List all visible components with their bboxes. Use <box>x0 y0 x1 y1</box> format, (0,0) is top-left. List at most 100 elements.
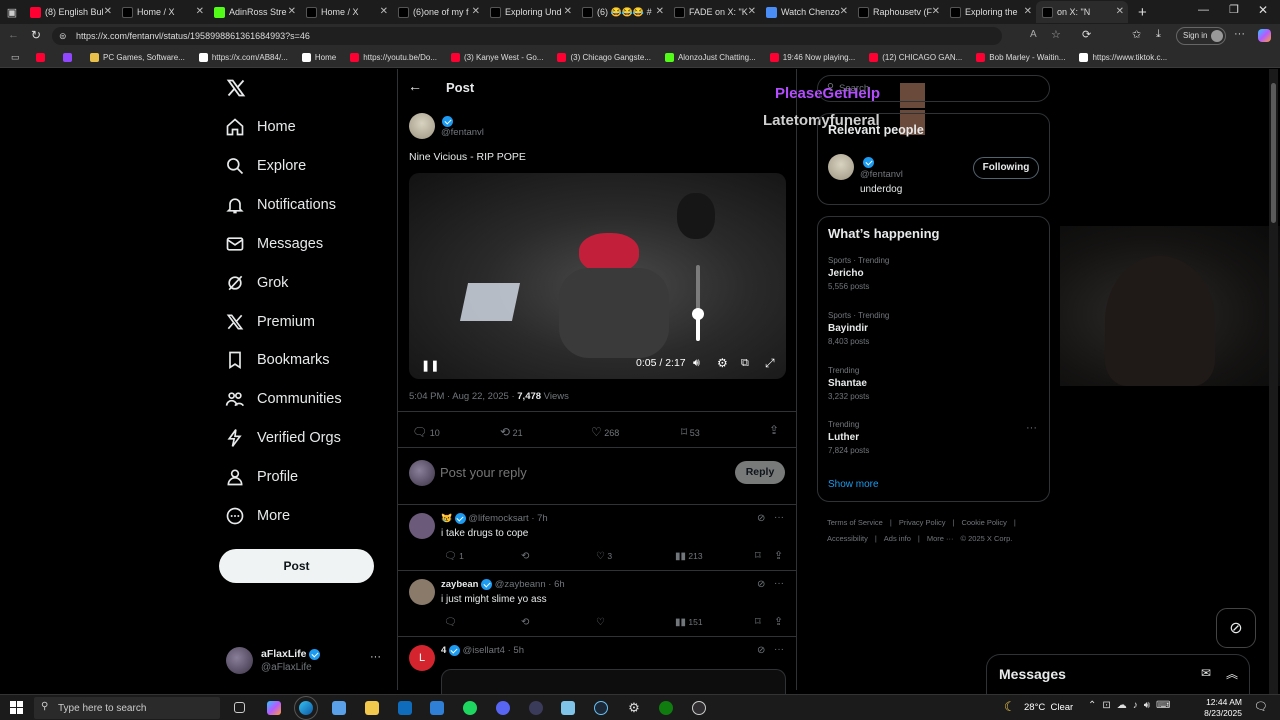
refresh-icon[interactable]: ↻ <box>31 28 41 42</box>
discord-icon[interactable] <box>496 701 510 715</box>
extensions-icon[interactable]: ⟳ <box>1082 28 1091 41</box>
sidebar-item-verified-orgs[interactable]: Verified Orgs <box>225 428 341 448</box>
reply-handle[interactable]: @lifemocksart <box>468 513 528 524</box>
close-tab-icon[interactable]: ✕ <box>196 6 204 17</box>
sidebar-item-more[interactable]: More <box>225 506 290 526</box>
reply-time[interactable]: · 5h <box>508 645 524 656</box>
sidebar-item-home[interactable]: Home <box>225 117 296 137</box>
back-icon[interactable]: ← <box>8 29 19 41</box>
close-window-button[interactable]: ✕ <box>1258 3 1268 17</box>
trend-item[interactable]: Trending Luther 7,824 posts <box>828 420 869 455</box>
browser-tab[interactable]: Watch Chenzo ✕ <box>760 1 852 23</box>
sidebar-item-messages[interactable]: Messages <box>225 234 323 254</box>
footer-link[interactable]: © 2025 X Corp. <box>961 531 1013 547</box>
footer-link[interactable]: Ads info <box>884 531 911 547</box>
photos-icon[interactable] <box>430 701 444 715</box>
more-icon[interactable]: ··· <box>774 512 784 523</box>
restore-button[interactable]: ❐ <box>1229 3 1239 16</box>
reply-avatar[interactable]: L <box>409 645 435 671</box>
reply-time[interactable]: · 6h <box>548 579 564 590</box>
store-icon[interactable] <box>332 701 346 715</box>
more-icon[interactable]: ··· <box>774 644 784 655</box>
url-field[interactable]: ⊜ https://x.com/fentanvl/status/19589988… <box>52 27 1002 45</box>
site-info-icon[interactable]: ⊜ <box>59 27 67 45</box>
grok-floating-button[interactable]: ⊘ <box>1216 608 1256 648</box>
obs-icon[interactable] <box>692 701 706 715</box>
reply-stat[interactable]: 🗨︎ 10 <box>412 425 440 439</box>
task-view-icon[interactable] <box>234 702 245 713</box>
fullscreen-icon[interactable]: ⤢ <box>765 356 775 371</box>
close-tab-icon[interactable]: ✕ <box>932 6 940 17</box>
bookmark-item[interactable]: PC Games, Software... <box>90 53 185 62</box>
browser-tab[interactable]: (6)one of my f ✕ <box>392 1 484 23</box>
bookmarks-menu-icon[interactable]: ▭ <box>11 52 20 63</box>
footer-link[interactable]: Cookie Policy <box>961 515 1006 531</box>
bookmark-item[interactable]: 19:46 Now playing... <box>769 53 855 62</box>
bookmark-stat[interactable]: ⌑ 53 <box>681 425 700 439</box>
browser-tab[interactable]: AdinRoss Stre ✕ <box>208 1 300 23</box>
reply-avatar[interactable] <box>409 579 435 605</box>
bookmark-item[interactable] <box>63 53 76 62</box>
sidebar-item-premium[interactable]: Premium <box>225 312 315 332</box>
expand-icon[interactable]: ︽ <box>1226 665 1238 682</box>
reply-avatar[interactable] <box>409 513 435 539</box>
show-more-link[interactable]: Show more <box>828 479 879 490</box>
scrollbar-thumb[interactable] <box>1271 83 1276 223</box>
tab-actions-icon[interactable]: ▣ <box>0 6 24 19</box>
close-tab-icon[interactable]: ✕ <box>840 6 848 17</box>
close-tab-icon[interactable]: ✕ <box>104 6 112 17</box>
new-message-icon[interactable]: ✉ <box>1201 666 1211 680</box>
bookmark-icon[interactable]: ⌑ <box>755 549 761 562</box>
outlook-icon[interactable] <box>398 701 412 715</box>
trend-item[interactable]: Trending Shantae 3,232 posts <box>828 366 869 401</box>
views-action[interactable]: ▮▮ 151 <box>675 617 703 628</box>
browser-tab[interactable]: Exploring the ✕ <box>944 1 1036 23</box>
reply-handle[interactable]: @isellart4 <box>463 645 505 656</box>
steam-icon[interactable] <box>594 701 608 715</box>
spotify-icon[interactable] <box>463 701 477 715</box>
close-tab-icon[interactable]: ✕ <box>1116 6 1124 17</box>
new-tab-button[interactable]: + <box>1138 4 1147 21</box>
notes-icon[interactable] <box>561 701 575 715</box>
trend-item[interactable]: Sports · Trending Jericho 5,556 posts <box>828 256 889 291</box>
footer-link[interactable]: Accessibility <box>827 531 868 547</box>
sidebar-item-grok[interactable]: Grok <box>225 273 288 293</box>
copilot-icon[interactable] <box>1258 29 1271 42</box>
notifications-icon[interactable]: 🗨︎ <box>1254 700 1268 713</box>
page-scrollbar[interactable] <box>1269 69 1278 694</box>
bookmark-item[interactable]: https://www.tiktok.c... <box>1079 53 1167 62</box>
share-icon[interactable]: ⇪ <box>774 549 783 562</box>
bookmark-item[interactable]: https://x.com/AB84/... <box>198 53 288 62</box>
footer-link[interactable]: Privacy Policy <box>899 515 946 531</box>
sidebar-item-notifications[interactable]: Notifications <box>225 195 336 215</box>
author-handle[interactable]: @fentanvl <box>441 127 484 138</box>
account-switcher[interactable]: aFlaxLife @aFlaxLife ··· <box>226 645 386 677</box>
sidebar-item-profile[interactable]: Profile <box>225 467 298 487</box>
bookmark-item[interactable]: Bob Marley - Waitin... <box>976 53 1065 62</box>
reply-row[interactable]: 😿 @lifemocksart · 7h ⊘ ··· i take drugs to … <box>398 505 796 571</box>
bookmark-item[interactable]: Home <box>301 53 336 62</box>
heart-action[interactable]: ♡ 3 <box>596 551 612 562</box>
grok-analyze-icon[interactable]: ⊘ <box>757 513 765 524</box>
browser-tab[interactable]: Exploring Und ✕ <box>484 1 576 23</box>
start-button[interactable] <box>10 701 23 714</box>
post-button[interactable]: Post <box>219 549 374 583</box>
close-tab-icon[interactable]: ✕ <box>380 6 388 17</box>
heart-action[interactable]: ♡ <box>596 617 605 628</box>
picture-in-picture-icon[interactable]: ⧉ <box>741 357 749 370</box>
reply-input[interactable] <box>440 461 690 483</box>
xbox-icon[interactable] <box>659 701 673 715</box>
downloads-icon[interactable]: ⤓ <box>1156 28 1161 41</box>
views-action[interactable]: ▮▮ 213 <box>675 551 703 562</box>
volume-knob[interactable] <box>692 308 704 321</box>
browser-tab[interactable]: Raphousetv (F ✕ <box>852 1 944 23</box>
reply-time[interactable]: · 7h <box>531 513 547 524</box>
grok-analyze-icon[interactable]: ⊘ <box>757 579 765 590</box>
x-logo-icon[interactable] <box>226 78 248 100</box>
more-icon[interactable]: ··· <box>774 578 784 589</box>
browser-tab[interactable]: (6) 😂😂😂 # ✕ <box>576 1 668 23</box>
like-stat[interactable]: ♡ 268 <box>591 425 619 439</box>
close-tab-icon[interactable]: ✕ <box>748 6 756 17</box>
trend-more-icon[interactable]: ··· <box>1026 422 1037 434</box>
sidebar-item-explore[interactable]: Explore <box>225 156 306 176</box>
